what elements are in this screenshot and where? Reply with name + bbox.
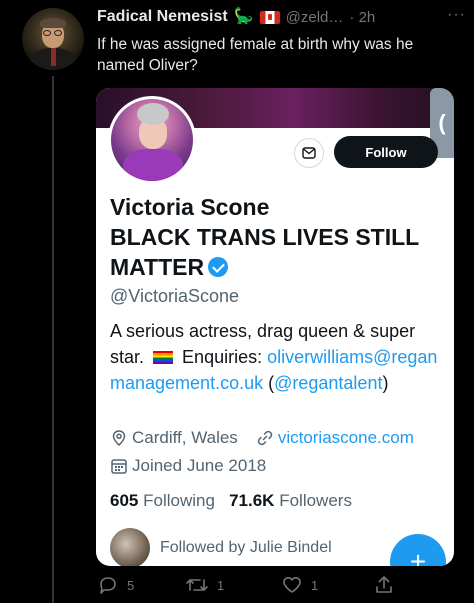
profile-avatar: [108, 96, 196, 184]
message-button: [294, 138, 324, 168]
more-options-icon[interactable]: ···: [447, 6, 466, 24]
canada-flag-icon: [259, 10, 280, 24]
profile-avatar-hair: [137, 103, 169, 125]
profile-handle: @VictoriaScone: [110, 286, 240, 306]
heart-icon: [283, 577, 301, 593]
following-count: 605: [110, 491, 139, 510]
bio-mention-link: @regantalent: [274, 373, 383, 393]
avatar-glasses-right: [54, 30, 62, 36]
avatar[interactable]: [22, 8, 84, 70]
following-label: Following: [143, 491, 215, 510]
reply-icon: [100, 577, 116, 594]
tweet-text: If he was assigned female at birth why w…: [97, 36, 414, 74]
followers-label: Followers: [279, 491, 352, 510]
retweet-action[interactable]: 1: [185, 574, 224, 596]
followers-count: 71.6K: [229, 491, 275, 510]
followed-by-row: Followed by Julie Bindel: [110, 528, 332, 566]
follower-avatar: [110, 528, 150, 566]
profile-location: Cardiff, Wales: [132, 428, 238, 447]
share-action[interactable]: [373, 574, 395, 596]
tweet-header: Fadical Nemesist 🦕 @zeld… · 2h: [97, 6, 464, 28]
avatar-tie: [51, 48, 56, 66]
rainbow-flag-icon: [153, 351, 174, 364]
profile-screenshot-card[interactable]: ( Follow Victoria Scone BLACK TRANS LIVE…: [96, 88, 454, 566]
retweet-icon: [186, 579, 208, 591]
profile-joined: Joined June 2018: [132, 456, 267, 475]
thread-line: [52, 76, 54, 603]
tweet-actions: 5 1 1: [97, 574, 447, 600]
calendar-icon: [111, 459, 127, 474]
display-name[interactable]: Fadical Nemesist: [97, 8, 228, 26]
profile-avatar-dress: [123, 149, 183, 181]
location-pin-icon: [112, 430, 126, 447]
bio-paren-close: ): [382, 373, 389, 393]
compose-fab-button: +: [390, 534, 446, 566]
profile-bio: A serious actress, drag queen & super st…: [110, 318, 445, 396]
user-handle[interactable]: @zeld…: [286, 9, 344, 26]
bio-title-text: BLACK TRANS LIVES STILL MATTER: [110, 224, 419, 280]
dinosaur-emoji: 🦕: [233, 8, 254, 25]
bio-enquiries: Enquiries:: [182, 347, 263, 367]
profile-joined-row: Joined June 2018: [110, 456, 266, 476]
reply-action[interactable]: 5: [97, 574, 134, 596]
mail-icon: [302, 147, 316, 159]
avatar-hair: [40, 18, 66, 28]
verified-badge-icon: [208, 257, 229, 277]
profile-meta-row: Cardiff, Wales victoriascone.com: [110, 428, 414, 448]
share-icon: [376, 576, 392, 593]
retweet-count: 1: [217, 577, 225, 593]
like-count: 1: [311, 577, 319, 593]
followed-by-text: Followed by Julie Bindel: [160, 539, 332, 556]
follow-button: Follow: [334, 136, 438, 168]
follow-counts: 605 Following 71.6K Followers: [110, 491, 352, 511]
profile-bio-title: BLACK TRANS LIVES STILL MATTER: [110, 222, 440, 282]
link-icon: [257, 430, 272, 446]
profile-website-link: victoriascone.com: [277, 428, 414, 447]
reply-count: 5: [127, 577, 135, 593]
tweet-time[interactable]: · 2h: [349, 9, 375, 26]
avatar-glasses-left: [43, 30, 51, 36]
like-action[interactable]: 1: [281, 574, 318, 596]
profile-name: Victoria Scone: [110, 194, 270, 220]
